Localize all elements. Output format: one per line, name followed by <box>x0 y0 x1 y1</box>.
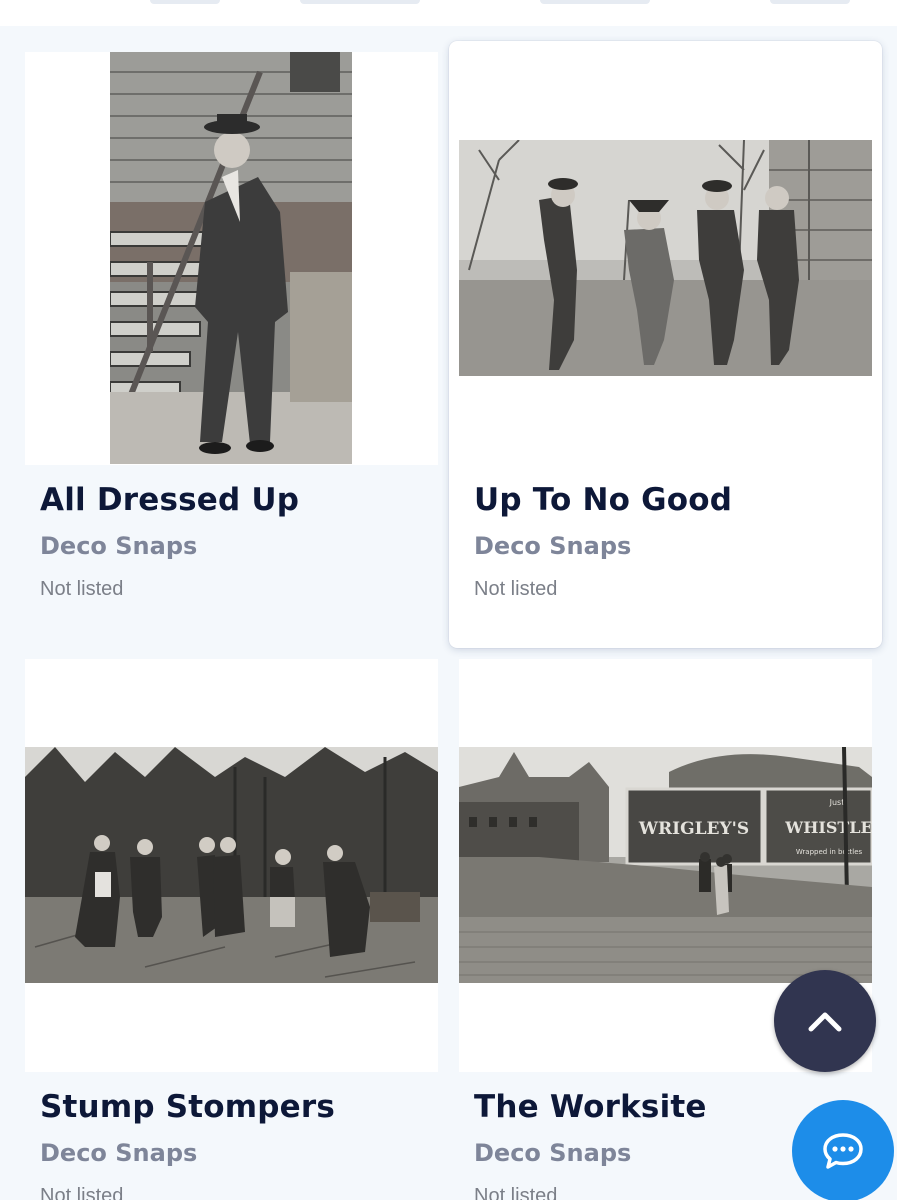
listing-status: Not listed <box>40 578 124 600</box>
tab-edge[interactable] <box>300 0 420 4</box>
listing-card[interactable]: Stump Stompers Deco Snaps Not listed <box>25 659 439 1200</box>
listing-thumbnail[interactable] <box>459 52 872 465</box>
listing-status: Not listed <box>474 578 558 600</box>
listing-creator[interactable]: Deco Snaps <box>40 1139 335 1167</box>
listing-creator[interactable]: Deco Snaps <box>40 532 299 560</box>
photo-four-boys-in-yard <box>459 140 872 376</box>
chat-bubble-icon <box>823 1133 863 1169</box>
billboard-text-top: Just <box>829 798 845 807</box>
listing-title[interactable]: Stump Stompers <box>40 1089 335 1125</box>
chevron-up-icon <box>808 1012 842 1032</box>
photo-man-in-suit-on-porch-steps <box>110 52 352 464</box>
listing-card[interactable]: All Dressed Up Deco Snaps Not listed <box>25 52 439 652</box>
billboard-text-right: WHISTLE <box>784 818 872 837</box>
billboard-text-left: WRIGLEY'S <box>638 819 749 839</box>
listing-title[interactable]: All Dressed Up <box>40 482 299 518</box>
listing-thumbnail[interactable] <box>25 52 438 465</box>
listing-status: Not listed <box>474 1185 558 1200</box>
listing-title[interactable]: The Worksite <box>474 1089 707 1125</box>
listing-title[interactable]: Up To No Good <box>474 482 732 518</box>
listing-creator[interactable]: Deco Snaps <box>474 532 732 560</box>
top-bar-edge <box>0 0 897 26</box>
listing-creator[interactable]: Deco Snaps <box>474 1139 707 1167</box>
scroll-to-top-button[interactable] <box>774 970 876 1072</box>
billboard-text-small: Wrapped in bottles <box>796 848 863 856</box>
chat-button[interactable] <box>792 1100 894 1200</box>
tab-edge[interactable] <box>150 0 220 4</box>
listing-status: Not listed <box>40 1185 124 1200</box>
photo-street-worksite-with-billboards: WRIGLEY'S Just WHISTLE Wrapped in bottle… <box>459 747 872 983</box>
listing-card[interactable]: Up To No Good Deco Snaps Not listed <box>449 41 882 648</box>
photo-group-in-cleared-forest <box>25 747 438 983</box>
tab-edge[interactable] <box>540 0 650 4</box>
listing-thumbnail[interactable] <box>25 659 438 1072</box>
tab-edge[interactable] <box>770 0 850 4</box>
